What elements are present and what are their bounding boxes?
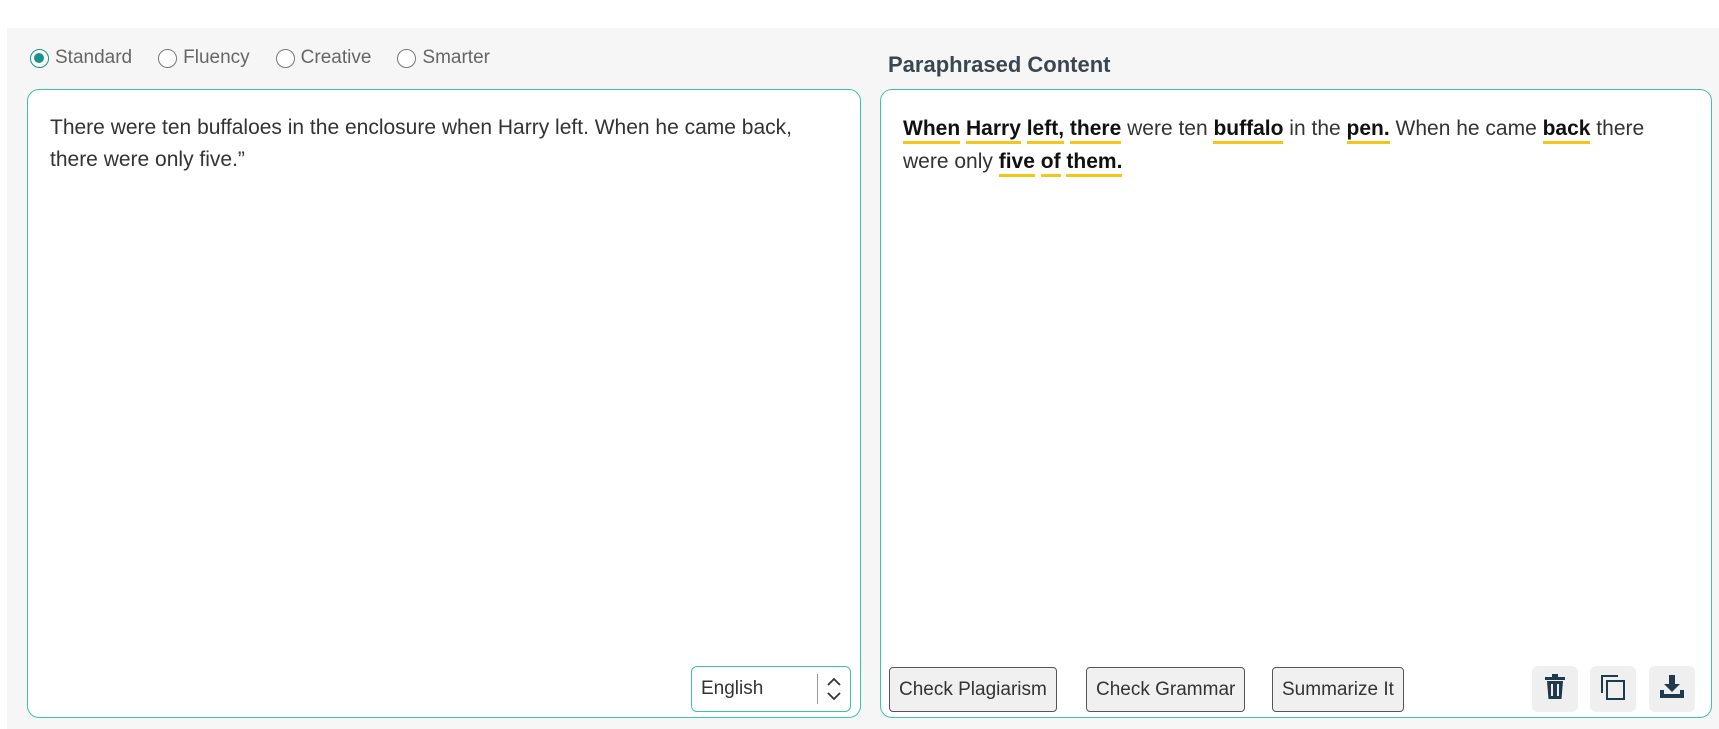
mode-standard[interactable]: Standard <box>30 47 132 69</box>
check-grammar-button[interactable]: Check Grammar <box>1086 667 1246 712</box>
language-select-value: English <box>701 678 764 699</box>
output-panel: When Harry left, there were ten buffalo … <box>880 89 1712 718</box>
changed-word[interactable]: them. <box>1066 150 1123 177</box>
changed-word[interactable]: left, <box>1026 117 1065 144</box>
unchanged-text: in the <box>1283 117 1347 140</box>
language-select-divider <box>817 674 818 704</box>
changed-word[interactable]: Harry <box>966 117 1021 144</box>
radio-standard[interactable] <box>30 48 49 68</box>
changed-word[interactable]: back <box>1542 117 1591 144</box>
chevron-up-down-icon <box>824 674 844 704</box>
changed-word[interactable]: there <box>1069 117 1122 144</box>
changed-word[interactable]: of <box>1040 150 1061 177</box>
radio-smarter[interactable] <box>397 48 417 68</box>
download-button[interactable] <box>1649 666 1695 712</box>
mode-smarter-label: Smarter <box>422 47 490 68</box>
mode-standard-label: Standard <box>55 47 133 68</box>
changed-word[interactable]: five <box>998 150 1035 177</box>
copy-button[interactable] <box>1590 666 1636 712</box>
input-panel: There were ten buffaloes in the enclosur… <box>27 89 861 718</box>
output-title: Paraphrased Content <box>888 52 1111 77</box>
changed-word[interactable]: buffalo <box>1213 117 1284 144</box>
changed-word[interactable]: pen. <box>1346 117 1390 144</box>
mode-smarter[interactable]: Smarter <box>397 47 490 69</box>
mode-fluency-label: Fluency <box>183 47 250 68</box>
input-textarea[interactable]: There were ten buffaloes in the enclosur… <box>50 112 810 176</box>
mode-creative[interactable]: Creative <box>275 47 372 69</box>
copy-icon <box>1599 673 1627 706</box>
changed-word[interactable]: When <box>903 117 961 144</box>
summarize-button[interactable]: Summarize It <box>1272 667 1404 712</box>
language-select[interactable]: English <box>691 666 851 712</box>
output-text[interactable]: When Harry left, there were ten buffalo … <box>903 112 1693 178</box>
unchanged-text: were ten <box>1121 117 1214 140</box>
download-icon <box>1658 673 1686 706</box>
mode-selector: Standard Fluency Creative Smarter <box>30 47 516 69</box>
radio-fluency[interactable] <box>158 48 178 68</box>
unchanged-text <box>1021 117 1027 140</box>
unchanged-text <box>1035 150 1041 173</box>
unchanged-text: When he came <box>1389 117 1543 140</box>
check-plagiarism-button[interactable]: Check Plagiarism <box>889 667 1057 712</box>
radio-creative[interactable] <box>275 48 295 68</box>
mode-fluency[interactable]: Fluency <box>158 47 250 69</box>
trash-icon <box>1543 673 1567 705</box>
delete-button[interactable] <box>1532 666 1578 712</box>
mode-creative-label: Creative <box>300 47 372 68</box>
